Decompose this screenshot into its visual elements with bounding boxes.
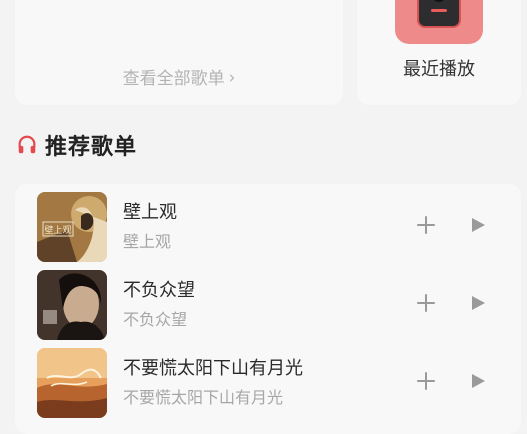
recommended-playlists-header: 推荐歌单 (16, 129, 137, 161)
section-title: 推荐歌单 (45, 135, 138, 160)
song-row[interactable]: 壁上观 壁上观 壁上观 (15, 184, 521, 262)
cover-title-text: 壁上观 (44, 224, 71, 236)
song-title: 不负众望 (123, 280, 195, 301)
add-to-playlist-icon[interactable] (415, 292, 437, 314)
song-row[interactable]: 不负众望 不负众望 (15, 262, 521, 340)
play-icon[interactable] (470, 295, 486, 311)
play-icon[interactable] (470, 373, 486, 389)
add-to-playlist-icon[interactable] (415, 214, 437, 236)
song-cover: 壁上观 (37, 192, 107, 262)
song-subtitle: 壁上观 (123, 232, 172, 251)
recent-play-device-icon (395, 0, 483, 44)
song-list: 壁上观 壁上观 壁上观 不负众望 不负众望 不要慌太阳下山有月光 不要慌太阳下山… (15, 184, 521, 434)
song-title: 壁上观 (123, 202, 177, 223)
song-subtitle: 不要慌太阳下山有月光 (123, 388, 284, 407)
song-subtitle: 不负众望 (123, 310, 188, 329)
song-row[interactable]: 不要慌太阳下山有月光 不要慌太阳下山有月光 (15, 340, 521, 418)
recently-played-label: 最近播放 (403, 59, 475, 80)
song-cover (37, 348, 107, 418)
all-playlists-card[interactable]: 查看全部歌单 › (15, 0, 343, 105)
headphones-icon (18, 135, 36, 154)
chevron-right-icon: › (228, 68, 236, 88)
add-to-playlist-icon[interactable] (415, 370, 437, 392)
song-cover (37, 270, 107, 340)
play-icon[interactable] (470, 217, 486, 233)
view-all-label: 查看全部歌单 (122, 69, 225, 89)
song-title: 不要慌太阳下山有月光 (123, 358, 303, 379)
recently-played-card[interactable]: 最近播放 (357, 0, 521, 105)
view-all-playlists-link[interactable]: 查看全部歌单 › (15, 64, 343, 89)
